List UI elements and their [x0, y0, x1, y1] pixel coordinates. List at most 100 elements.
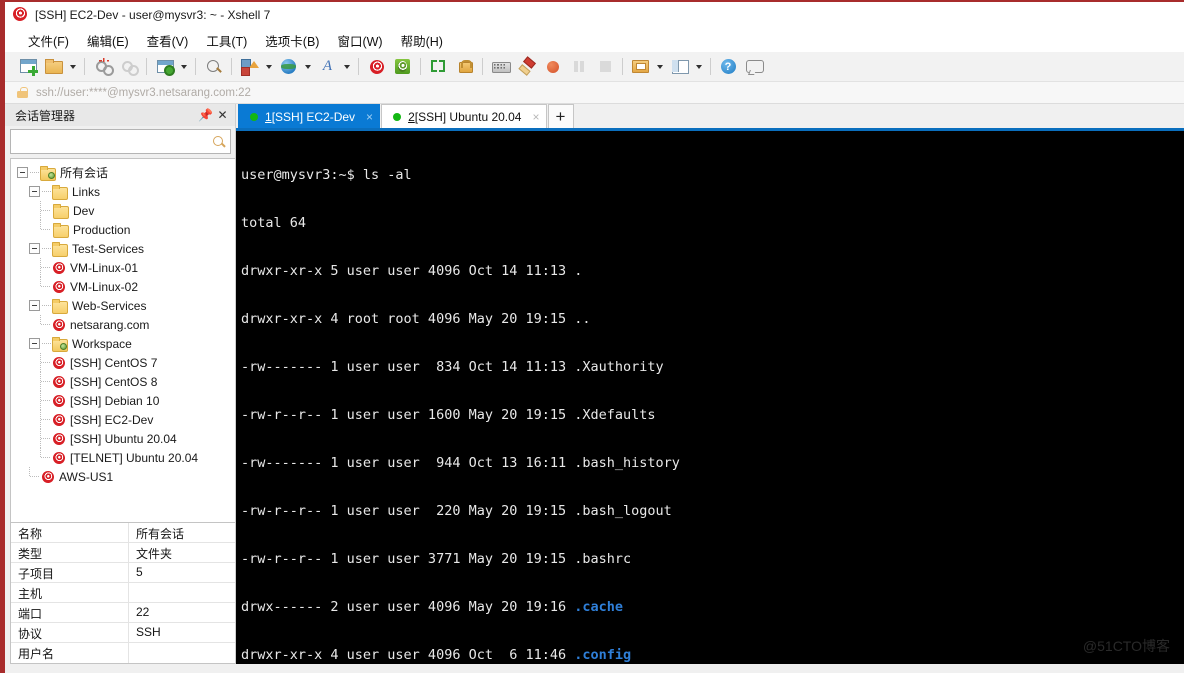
- layout-dropdown[interactable]: [693, 55, 705, 79]
- tree-node-ssh-centos-8[interactable]: [SSH] CentOS 8: [11, 372, 235, 391]
- file-transfer-dropdown[interactable]: [263, 55, 275, 79]
- session-tree[interactable]: 所有会话 Links Dev Production Test-Services …: [10, 158, 235, 523]
- tree-node-workspace[interactable]: Workspace: [11, 334, 235, 353]
- search-box[interactable]: [10, 129, 231, 154]
- tree-node-vm-linux-01[interactable]: VM-Linux-01: [11, 258, 235, 277]
- tree-node-ssh-ubuntu-2004[interactable]: [SSH] Ubuntu 20.04: [11, 429, 235, 448]
- menu-help[interactable]: 帮助(H): [392, 28, 452, 53]
- tree-node-web-services[interactable]: Web-Services: [11, 296, 235, 315]
- tree-label: [SSH] Debian 10: [70, 393, 160, 408]
- globe-dropdown[interactable]: [302, 55, 314, 79]
- font-icon[interactable]: A: [315, 55, 340, 79]
- tree-node-test-services[interactable]: Test-Services: [11, 239, 235, 258]
- tree-node-netsarang-com[interactable]: netsarang.com: [11, 315, 235, 334]
- tree-connector: [40, 391, 52, 410]
- tree-node-telnet-ubuntu-2004[interactable]: [TELNET] Ubuntu 20.04: [11, 448, 235, 467]
- menu-window[interactable]: 窗口(W): [328, 28, 391, 53]
- globe-icon[interactable]: [276, 55, 301, 79]
- xshell-icon[interactable]: [364, 55, 389, 79]
- tree-label: [SSH] EC2-Dev: [70, 412, 154, 427]
- property-value: 所有会话: [136, 527, 185, 541]
- pause-icon[interactable]: [566, 55, 591, 79]
- root-folder-icon: [40, 166, 56, 181]
- lock-session-icon[interactable]: [452, 55, 477, 79]
- tree-label: VM-Linux-02: [70, 279, 139, 294]
- terminal-panel: 1 [SSH] EC2-Dev × 2 [SSH] Ubuntu 20.04 ×…: [236, 104, 1184, 664]
- fullscreen-icon[interactable]: [426, 55, 451, 79]
- tree-node-ssh-ec2-dev[interactable]: [SSH] EC2-Dev: [11, 410, 235, 429]
- feedback-icon[interactable]: [742, 55, 767, 79]
- open-session-icon[interactable]: [41, 55, 66, 79]
- folder-transfer-dropdown[interactable]: [654, 55, 666, 79]
- session-icon: [51, 449, 67, 466]
- table-row: 子项目 5: [11, 563, 235, 583]
- terminal-line: drwxr-xr-x 4 root root 4096 May 20 19:15…: [241, 311, 591, 327]
- find-icon[interactable]: [201, 55, 226, 79]
- search-input[interactable]: [16, 133, 213, 150]
- reconnect-icon[interactable]: [116, 55, 141, 79]
- toolbar-separator-4: [227, 55, 236, 79]
- stop-icon[interactable]: [592, 55, 617, 79]
- new-session-icon[interactable]: [15, 55, 40, 79]
- compose-bar-icon[interactable]: [488, 55, 513, 79]
- expander-icon[interactable]: [29, 338, 40, 349]
- property-key: 子项目: [11, 563, 129, 582]
- tree-node-links[interactable]: Links: [11, 182, 235, 201]
- tree-node-all-sessions[interactable]: 所有会话: [11, 163, 235, 182]
- expander-icon[interactable]: [29, 186, 40, 197]
- menu-tools[interactable]: 工具(T): [197, 28, 256, 53]
- tab-close-icon[interactable]: ×: [366, 110, 373, 124]
- highlight-icon[interactable]: [514, 55, 539, 79]
- tree-node-aws-us1[interactable]: AWS-US1: [11, 467, 235, 486]
- tree-connector: [40, 410, 52, 429]
- tree-connector: [40, 448, 52, 467]
- tree-label: Web-Services: [72, 298, 147, 313]
- property-value: 5: [136, 565, 143, 579]
- record-icon[interactable]: [540, 55, 565, 79]
- tree-node-production[interactable]: Production: [11, 220, 235, 239]
- terminal-output[interactable]: user@mysvr3:~$ ls -al total 64 drwxr-xr-…: [236, 131, 1184, 664]
- open-session-dropdown[interactable]: [67, 55, 79, 79]
- layout-icon[interactable]: [667, 55, 692, 79]
- tree-node-vm-linux-02[interactable]: VM-Linux-02: [11, 277, 235, 296]
- tab-close-icon[interactable]: ×: [532, 110, 539, 124]
- tree-connector: [40, 372, 52, 391]
- expander-icon[interactable]: [17, 167, 28, 178]
- folder-transfer-icon[interactable]: [628, 55, 653, 79]
- terminal-line: drwx------ 2 user user 4096 May 20 19:16…: [241, 599, 1184, 615]
- close-icon[interactable]: ✕: [214, 107, 231, 124]
- session-icon: [51, 411, 67, 428]
- new-tab-button[interactable]: +: [547, 104, 574, 128]
- expander-icon[interactable]: [29, 300, 40, 311]
- window-title: [SSH] EC2-Dev - user@mysvr3: ~ - Xshell …: [35, 8, 271, 22]
- tree-node-dev[interactable]: Dev: [11, 201, 235, 220]
- xftp-icon[interactable]: [390, 55, 415, 79]
- file-transfer-icon[interactable]: [237, 55, 262, 79]
- expander-icon[interactable]: [29, 243, 40, 254]
- font-dropdown[interactable]: [341, 55, 353, 79]
- tab-ssh-ubuntu-2004[interactable]: 2 [SSH] Ubuntu 20.04 ×: [381, 104, 547, 128]
- disconnect-icon[interactable]: [90, 55, 115, 79]
- address-bar[interactable]: ssh://user:****@mysvr3.netsarang.com:22: [5, 82, 1184, 104]
- properties-icon[interactable]: [152, 55, 177, 79]
- folder-icon: [52, 299, 68, 314]
- tree-node-ssh-debian-10[interactable]: [SSH] Debian 10: [11, 391, 235, 410]
- tree-node-ssh-centos-7[interactable]: [SSH] CentOS 7: [11, 353, 235, 372]
- tree-connector: [30, 172, 39, 173]
- tree-label: [SSH] Ubuntu 20.04: [70, 431, 177, 446]
- menu-edit[interactable]: 编辑(E): [78, 28, 138, 53]
- menu-view[interactable]: 查看(V): [138, 28, 198, 53]
- tree-label: Links: [72, 184, 101, 199]
- help-icon[interactable]: ?: [716, 55, 741, 79]
- properties-dropdown[interactable]: [178, 55, 190, 79]
- menu-file[interactable]: 文件(F): [19, 28, 78, 53]
- property-key: 名称: [11, 523, 129, 542]
- tree-connector: [40, 258, 52, 277]
- search-icon[interactable]: [213, 135, 225, 148]
- tab-ssh-ec2-dev[interactable]: 1 [SSH] EC2-Dev ×: [238, 104, 381, 128]
- watermark: @51CTO博客: [1082, 638, 1170, 654]
- session-icon: [51, 259, 67, 276]
- menu-tabs[interactable]: 选项卡(B): [256, 28, 328, 53]
- pin-icon[interactable]: 📌: [197, 107, 214, 124]
- terminal-line-prefix: drwx------ 2 user user 4096 May 20 19:16: [241, 599, 575, 615]
